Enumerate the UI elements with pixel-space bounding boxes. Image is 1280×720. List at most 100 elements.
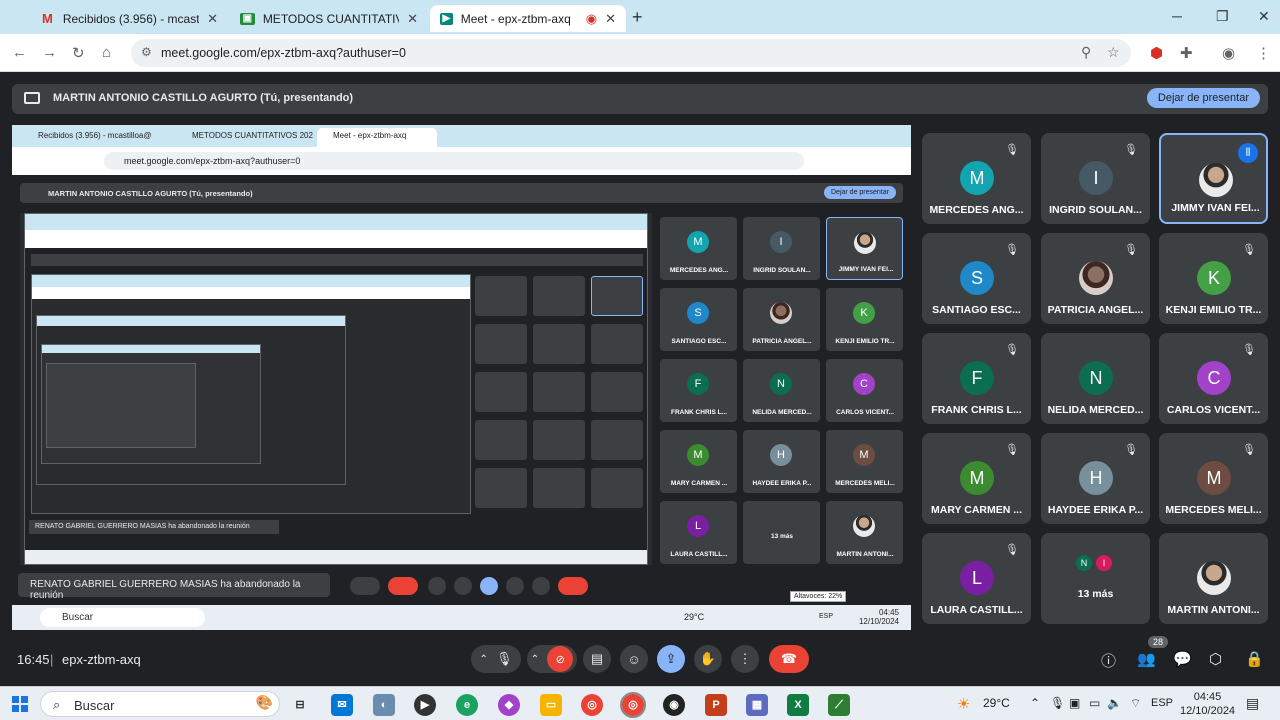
extension-shield-icon[interactable]: ⬢ — [1150, 44, 1163, 62]
emoji-button[interactable]: ☺ — [620, 645, 648, 673]
new-tab-button[interactable]: + — [632, 7, 643, 28]
reload-icon[interactable]: ↻ — [72, 44, 85, 62]
present-button[interactable]: ⇪ — [657, 645, 685, 673]
captions-button[interactable]: ▤ — [583, 645, 611, 673]
menu-kebab-icon[interactable]: ⋮ — [1256, 44, 1271, 62]
participant-tile[interactable]: 🎙 H HAYDEE ERIKA P... — [1041, 433, 1150, 524]
windows-start-icon[interactable] — [12, 696, 28, 712]
powerpoint-icon[interactable]: P — [705, 694, 727, 716]
participant-tile[interactable]: 🎙 L LAURA CASTILL... — [922, 533, 1031, 624]
participant-tile[interactable]: 🎙 I INGRID SOULAN... — [1041, 133, 1150, 224]
tab-gmail[interactable]: M Recibidos (3.956) - mcastilloa@ ✕ — [30, 5, 228, 32]
shared-tile: N NELIDA MERCED... — [743, 359, 820, 422]
camera-button[interactable]: ⌃ ⊘ — [527, 645, 577, 673]
recursive-level-5 — [46, 363, 196, 448]
chat-icon[interactable]: 💬 — [1173, 650, 1192, 668]
tab-meet[interactable]: ▶ Meet - epx-ztbm-axq ◉ ✕ — [430, 5, 626, 32]
info-icon[interactable]: ⓘ — [1101, 650, 1116, 671]
recursive-taskbar — [25, 550, 647, 564]
participant-tile[interactable]: 🎙 M MERCEDES MELI... — [1159, 433, 1268, 524]
participant-tile[interactable]: ⦀ JIMMY IVAN FEI... — [1159, 133, 1268, 224]
mic-button[interactable]: ⌃ 🎙 — [471, 645, 521, 673]
app-icon[interactable]: ◐ — [373, 694, 395, 716]
chart-app-icon[interactable]: ⟋ — [828, 694, 850, 716]
avatar: K — [1197, 261, 1231, 295]
present-screen-icon — [24, 92, 40, 104]
chevron-up-icon[interactable]: ⌃ — [480, 654, 488, 665]
close-icon[interactable]: ✕ — [407, 11, 418, 27]
recursive-tabbar — [32, 275, 470, 287]
site-info-icon[interactable]: ⚙ — [141, 45, 152, 59]
people-icon[interactable]: 👥 — [1137, 650, 1156, 668]
profile-avatar[interactable]: ◉ — [1222, 44, 1235, 62]
chrome-icon[interactable]: ◎ — [581, 694, 603, 716]
shared-clock: 04:45 12/10/2024 — [858, 608, 899, 626]
avatar: F — [960, 361, 994, 395]
raise-hand-button[interactable]: ✋ — [694, 645, 722, 673]
chevron-up-icon[interactable]: ⌃ — [1030, 696, 1040, 710]
participant-tile[interactable]: N NELIDA MERCED... — [1041, 333, 1150, 424]
bookmark-star-icon[interactable]: ☆ — [1107, 44, 1120, 61]
participant-tile[interactable]: 🎙 PATRICIA ANGEL... — [1041, 233, 1150, 324]
volume-icon[interactable]: 🔈 — [1107, 696, 1122, 710]
mail-icon[interactable]: ✉ — [331, 694, 353, 716]
participant-tile[interactable]: 🎙 M MARY CARMEN ... — [922, 433, 1031, 524]
language-indicator[interactable]: ESP — [1151, 697, 1173, 709]
close-icon[interactable]: ✕ — [605, 11, 616, 27]
participant-tile[interactable]: 🎙 S SANTIAGO ESC... — [922, 233, 1031, 324]
camera-off-icon: ⊘ — [547, 646, 574, 672]
shared-tile: M MERCEDES ANG... — [660, 217, 737, 280]
participant-count-badge: 28 — [1148, 636, 1169, 648]
participant-tile[interactable]: 🎙 K KENJI EMILIO TR... — [1159, 233, 1268, 324]
meeting-time: 16:45 — [17, 652, 50, 667]
recursive-toolbar — [32, 287, 470, 299]
window-close-button[interactable]: ✕ — [1258, 8, 1270, 25]
taskbar-search[interactable]: ⌕ Buscar 🎨 — [40, 691, 280, 717]
home-icon[interactable]: ⌂ — [102, 44, 111, 61]
excel-icon[interactable]: X — [787, 694, 809, 716]
participant-name: MERCEDES MELI... — [1165, 504, 1262, 516]
back-arrow-icon[interactable]: ← — [12, 44, 27, 61]
participant-tile[interactable]: 🎙 C CARLOS VICENT... — [1159, 333, 1268, 424]
app-drop-icon[interactable]: ◆ — [498, 694, 520, 716]
stop-presenting-button[interactable]: Dejar de presentar — [1146, 88, 1260, 108]
network-icon[interactable]: ⌔ — [1130, 696, 1141, 711]
leave-call-button[interactable]: ☎ — [769, 645, 809, 673]
avatar: I — [1096, 555, 1112, 571]
participant-tile[interactable]: 🎙 F FRANK CHRIS L... — [922, 333, 1031, 424]
mic-off-icon: 🎙 — [1242, 244, 1256, 256]
host-controls-icon[interactable]: 🔒 — [1245, 650, 1264, 668]
forward-arrow-icon[interactable]: → — [42, 44, 57, 61]
edge-icon[interactable]: e — [456, 694, 478, 716]
zoom-icon[interactable]: ⚲ — [1081, 44, 1091, 61]
activities-icon[interactable]: ⬡ — [1209, 650, 1222, 668]
more-participants-tile[interactable]: N I 13 más — [1041, 533, 1150, 624]
obs-icon[interactable]: ◉ — [663, 694, 685, 716]
media-player-icon[interactable]: ▶ — [414, 694, 436, 716]
tab-title: Recibidos (3.956) - mcastilloa@ — [62, 11, 200, 26]
minimize-button[interactable]: ─ — [1172, 8, 1182, 24]
shared-tab-title: METODOS CUANTITATIVOS 202 — [192, 131, 313, 140]
shared-toolbar: meet.google.com/epx-ztbm-axq?authuser=0 — [12, 147, 911, 175]
maximize-button[interactable]: ❐ — [1216, 8, 1229, 25]
extensions-puzzle-icon[interactable]: ✚ — [1180, 44, 1193, 62]
participant-tile[interactable]: MARTIN ANTONI... — [1159, 533, 1268, 624]
file-explorer-icon[interactable]: ▭ — [540, 694, 562, 716]
address-bar[interactable]: ⚙ meet.google.com/epx-ztbm-axq?authuser=… — [131, 39, 1131, 67]
tab-classroom[interactable]: ▣ METODOS CUANTITATIVOS 202 ✕ — [230, 5, 428, 32]
task-view-icon[interactable]: ⊟ — [289, 694, 311, 716]
search-label: Buscar — [74, 698, 115, 713]
more-options-button[interactable]: ⋮ — [731, 645, 759, 673]
system-clock[interactable]: 04:45 12/10/2024 — [1180, 690, 1235, 718]
participant-name: JIMMY IVAN FEI... — [1171, 202, 1260, 214]
recursive-level-1: RENATO GABRIEL GUERRERO MASIAS ha abando… — [24, 213, 648, 565]
participant-tile[interactable]: 🎙 M MERCEDES ANG... — [922, 133, 1031, 224]
shared-tile: F FRANK CHRIS L... — [660, 359, 737, 422]
notification-icon[interactable]: ▤ — [1246, 695, 1259, 712]
captions-icon: ▤ — [590, 651, 604, 666]
participant-name: FRANK CHRIS L... — [931, 404, 1022, 416]
calculator-icon[interactable]: ▦ — [746, 694, 768, 716]
close-icon[interactable]: ✕ — [207, 11, 218, 27]
chevron-up-icon[interactable]: ⌃ — [531, 654, 539, 665]
chrome-active-icon[interactable]: ◎ — [620, 692, 646, 718]
